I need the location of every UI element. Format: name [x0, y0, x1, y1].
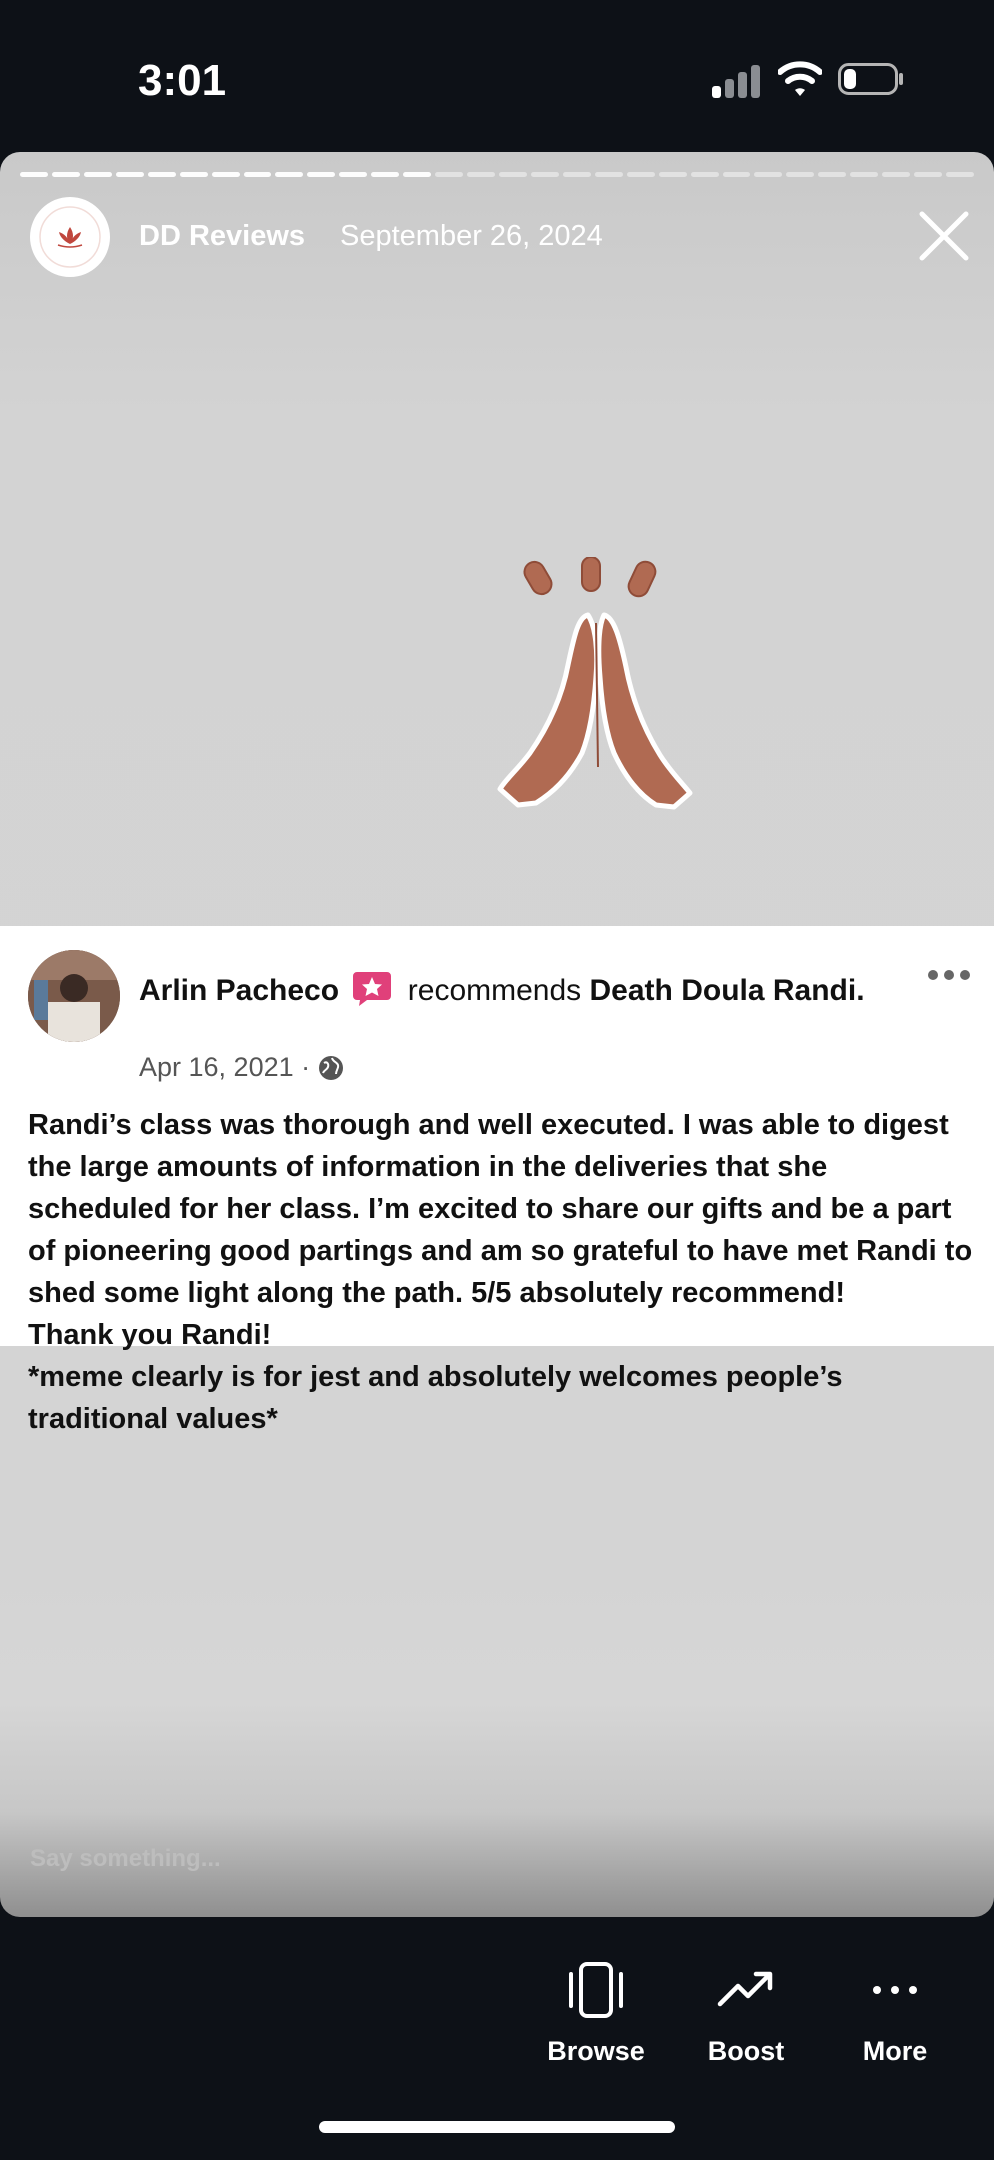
more-icon	[873, 1986, 917, 1994]
story-progress-segment	[594, 172, 623, 177]
reviewer-avatar	[28, 950, 120, 1042]
boost-button[interactable]: Boost	[676, 1958, 816, 2067]
story-progress-segment	[403, 172, 432, 177]
story-progress-segment	[562, 172, 591, 177]
browse-icon	[569, 1962, 623, 2018]
story-progress-segment	[722, 172, 751, 177]
reviewer-name[interactable]: Arlin Pacheco	[139, 974, 339, 1007]
more-label: More	[862, 2036, 928, 2066]
wifi-icon	[778, 61, 822, 96]
status-bar: 3:01	[0, 0, 994, 150]
browse-label: Browse	[547, 2036, 645, 2066]
story-progress-segment	[786, 172, 815, 177]
status-time: 3:01	[138, 56, 227, 105]
review-paragraph: Thank you Randi!	[28, 1319, 272, 1351]
review-paragraph: Randi’s class was thorough and well exec…	[28, 1109, 973, 1309]
more-options-icon[interactable]	[926, 968, 972, 982]
home-indicator	[319, 2121, 675, 2133]
story-progress-segment	[20, 172, 48, 177]
story-progress-segment	[147, 172, 176, 177]
story-progress-segment	[467, 172, 495, 177]
story-progress-segment	[690, 172, 719, 177]
more-button[interactable]: More	[825, 1958, 965, 2067]
story-progress-segment	[754, 172, 783, 177]
story-progress-segment	[371, 172, 400, 177]
story-progress-segment	[339, 172, 368, 177]
story-progress-segment	[818, 172, 847, 177]
review-text: Randi’s class was thorough and well exec…	[28, 1104, 978, 1440]
review-verb: recommends	[407, 974, 582, 1007]
story-progress-segment	[275, 172, 304, 177]
story-progress-segment	[914, 172, 943, 177]
globe-icon	[319, 1055, 344, 1080]
boost-icon	[717, 1971, 773, 2007]
story-progress-segment	[211, 172, 240, 177]
story-progress-segment	[179, 172, 208, 177]
boost-label: Boost	[707, 2036, 785, 2066]
story-progress-segment	[243, 172, 272, 177]
close-icon[interactable]	[918, 210, 970, 262]
review-paragraph: *meme clearly is for jest and absolutely…	[28, 1361, 843, 1435]
story-progress-segment	[626, 172, 655, 177]
story-progress-segment	[882, 172, 911, 177]
story-progress-segment	[51, 172, 80, 177]
story-date: September 26, 2024	[340, 220, 603, 252]
story-progress-segment	[307, 172, 336, 177]
story-progress-segment	[115, 172, 144, 177]
story-progress-segment	[658, 172, 687, 177]
review-date: Apr 16, 2021 ·	[139, 1052, 311, 1082]
story-viewer[interactable]: DD Reviews September 26, 2024 Arlin Pach…	[0, 152, 994, 1917]
battery-icon	[838, 63, 903, 95]
story-progress-segment	[946, 172, 974, 177]
reply-input[interactable]: Say something...	[30, 1845, 221, 1873]
story-progress-segment	[83, 172, 112, 177]
story-progress-segment	[499, 172, 527, 177]
recommendation-star-icon	[353, 972, 392, 1006]
page-name[interactable]: Death Doula Randi.	[590, 974, 865, 1007]
story-progress-bar	[20, 172, 974, 178]
story-progress-segment	[435, 172, 464, 177]
review-date-row: Apr 16, 2021 ·	[139, 1052, 344, 1083]
story-progress-segment	[530, 172, 559, 177]
lotus-logo-icon	[39, 206, 101, 268]
account-name[interactable]: DD Reviews	[139, 220, 305, 253]
review-header: Arlin Pacheco recommends Death Doula Ran…	[139, 970, 869, 1011]
browse-button[interactable]: Browse	[526, 1958, 666, 2067]
praying-hands-icon	[497, 557, 693, 810]
account-avatar[interactable]	[30, 197, 110, 277]
story-progress-segment	[850, 172, 879, 177]
review-card: Arlin Pacheco recommends Death Doula Ran…	[0, 926, 994, 1435]
cellular-signal-icon	[712, 64, 762, 98]
